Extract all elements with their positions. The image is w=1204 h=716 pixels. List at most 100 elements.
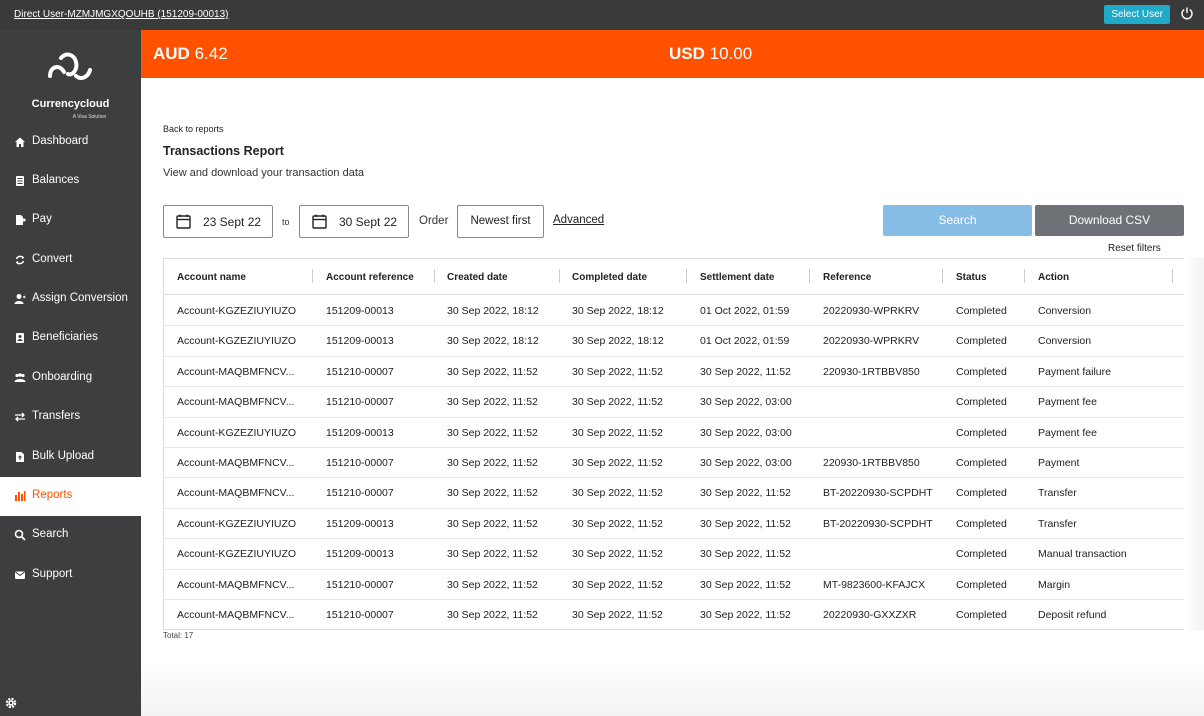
table-cell: 30 Sep 2022, 11:52	[572, 578, 663, 591]
gear-icon[interactable]	[4, 696, 18, 710]
table-cell: Transfer	[1038, 517, 1077, 530]
column-header[interactable]: Account reference	[326, 272, 414, 283]
table-row[interactable]: Account-MAQBMFNCV... 151210-00007 30 Sep 2…	[164, 600, 1184, 630]
convert-icon	[15, 255, 25, 265]
to-date-value: 30 Sept 22	[339, 215, 398, 229]
table-cell: 30 Sep 2022, 11:52	[700, 548, 791, 561]
table-cell: Payment fee	[1038, 396, 1097, 409]
table-cell: Completed	[956, 548, 1007, 561]
column-divider	[559, 269, 560, 283]
table-cell: 30 Sep 2022, 11:52	[572, 548, 663, 561]
usd-rate: USD 10.00	[669, 44, 752, 64]
calendar-icon	[312, 214, 327, 229]
table-cell: 30 Sep 2022, 03:00	[700, 396, 792, 409]
column-header[interactable]: Account name	[177, 272, 246, 283]
table-cell: 30 Sep 2022, 11:52	[572, 487, 663, 500]
transactions-table: Account name Account reference Created d…	[163, 258, 1185, 630]
brand-tagline: A Visa Solution	[72, 114, 107, 120]
column-header[interactable]: Completed date	[572, 272, 647, 283]
sidebar-item-balances[interactable]: Balances	[0, 162, 141, 201]
sidebar-item-label: Search	[32, 528, 69, 540]
search-button[interactable]: Search	[883, 205, 1032, 236]
table-row[interactable]: Account-KGZEZIUYIUZO 151209-00013 30 Sep 2…	[164, 418, 1184, 448]
table-row[interactable]: Account-MAQBMFNCV... 151210-00007 30 Sep 2…	[164, 570, 1184, 600]
sidebar-item-dashboard[interactable]: Dashboard	[0, 123, 141, 162]
sidebar-item-label: Assign Conversion	[32, 292, 128, 304]
table-cell: Transfer	[1038, 487, 1077, 500]
download-csv-button[interactable]: Download CSV	[1035, 205, 1184, 236]
advanced-filters-link[interactable]: Advanced	[553, 214, 604, 226]
table-cell: Account-MAQBMFNCV...	[177, 487, 295, 500]
table-cell: 151210-00007	[326, 487, 394, 500]
table-cell: 30 Sep 2022, 03:00	[700, 457, 792, 469]
sidebar-item-support[interactable]: Support	[0, 556, 141, 595]
sidebar-item-assign-conversion[interactable]: Assign Conversion	[0, 280, 141, 319]
table-cell: MT-9823600-KFAJCX	[823, 578, 926, 591]
table-cell: Completed	[956, 457, 1007, 469]
sidebar-item-transfers[interactable]: Transfers	[0, 398, 141, 437]
table-row[interactable]: Account-KGZEZIUYIUZO 151209-00013 30 Sep 2…	[164, 539, 1184, 570]
table-cell: Completed	[956, 426, 1007, 439]
table-cell: Account-MAQBMFNCV...	[177, 396, 295, 409]
table-cell: 30 Sep 2022, 11:52	[700, 487, 791, 500]
transfer-arrows-icon	[15, 412, 25, 422]
table-cell: 30 Sep 2022, 11:52	[447, 548, 538, 561]
order-select[interactable]: Newest first	[457, 205, 544, 238]
aud-code: AUD	[153, 44, 190, 63]
table-cell: Payment fee	[1038, 426, 1097, 439]
table-cell: 30 Sep 2022, 11:52	[447, 396, 538, 409]
current-user-link[interactable]: Direct User-MZMJMGXQOUHB (151209-00013)	[14, 9, 229, 20]
table-row[interactable]: Account-MAQBMFNCV... 151210-00007 30 Sep 2…	[164, 387, 1184, 418]
table-scroll-edge	[1184, 258, 1204, 630]
table-cell: 20220930-WPRKRV	[823, 335, 920, 348]
column-divider	[312, 269, 313, 283]
sidebar-item-bulk-upload[interactable]: Bulk Upload	[0, 438, 141, 477]
sidebar-item-search[interactable]: Search	[0, 516, 141, 555]
sidebar-item-pay[interactable]: Pay	[0, 201, 141, 240]
currencycloud-logo-icon	[48, 52, 92, 80]
table-row[interactable]: Account-MAQBMFNCV... 151210-00007 30 Sep 2…	[164, 357, 1184, 388]
column-header[interactable]: Created date	[447, 272, 508, 283]
to-date-picker[interactable]: 30 Sept 22	[299, 205, 409, 238]
column-header[interactable]: Settlement date	[700, 272, 774, 283]
usd-code: USD	[669, 44, 705, 63]
sidebar-item-beneficiaries[interactable]: Beneficiaries	[0, 319, 141, 358]
table-cell: 30 Sep 2022, 11:52	[447, 578, 538, 591]
table-row[interactable]: Account-MAQBMFNCV... 151210-00007 30 Sep 2…	[164, 478, 1184, 509]
power-icon[interactable]	[1180, 6, 1194, 20]
table-cell: 01 Oct 2022, 01:59	[700, 335, 790, 348]
table-cell: 151209-00013	[326, 517, 394, 530]
sidebar-item-label: Pay	[32, 213, 52, 225]
table-cell: 220930-1RTBBV850	[823, 365, 920, 378]
sidebar-item-reports[interactable]: Reports	[0, 477, 141, 516]
table-cell: Completed	[956, 365, 1007, 378]
sidebar-item-onboarding[interactable]: Onboarding	[0, 359, 141, 398]
table-cell: 30 Sep 2022, 11:52	[447, 517, 538, 530]
from-date-value: 23 Sept 22	[203, 215, 262, 229]
table-cell: Conversion	[1038, 305, 1092, 317]
table-cell: Completed	[956, 578, 1007, 591]
select-user-button[interactable]: Select User	[1104, 5, 1170, 24]
table-cell: 30 Sep 2022, 11:52	[572, 365, 663, 378]
total-count: Total: 17	[163, 631, 194, 640]
sidebar-item-convert[interactable]: Convert	[0, 241, 141, 280]
column-header[interactable]: Action	[1038, 272, 1069, 283]
sidebar-item-label: Onboarding	[32, 371, 93, 383]
reset-filters-link[interactable]: Reset filters	[1108, 243, 1161, 254]
table-cell: Payment failure	[1038, 365, 1111, 378]
table-cell: 01 Oct 2022, 01:59	[700, 305, 790, 317]
table-row[interactable]: Account-KGZEZIUYIUZO 151209-00013 30 Sep 2…	[164, 296, 1184, 327]
page-subtitle: View and download your transaction data	[163, 167, 364, 179]
user-icon	[14, 294, 26, 304]
table-cell: 30 Sep 2022, 11:52	[447, 487, 538, 500]
column-divider	[686, 269, 687, 283]
back-to-reports-link[interactable]: Back to reports	[163, 124, 224, 134]
column-header[interactable]: Status	[956, 272, 987, 283]
table-header: Account name Account reference Created d…	[164, 259, 1184, 295]
from-date-picker[interactable]: 23 Sept 22	[163, 205, 273, 238]
table-cell: BT-20220930-SCPDHT	[823, 487, 933, 500]
column-header[interactable]: Reference	[823, 272, 871, 283]
table-row[interactable]: Account-KGZEZIUYIUZO 151209-00013 30 Sep 2…	[164, 326, 1184, 357]
table-row[interactable]: Account-MAQBMFNCV... 151210-00007 30 Sep 2…	[164, 448, 1184, 479]
table-row[interactable]: Account-KGZEZIUYIUZO 151209-00013 30 Sep 2…	[164, 509, 1184, 540]
